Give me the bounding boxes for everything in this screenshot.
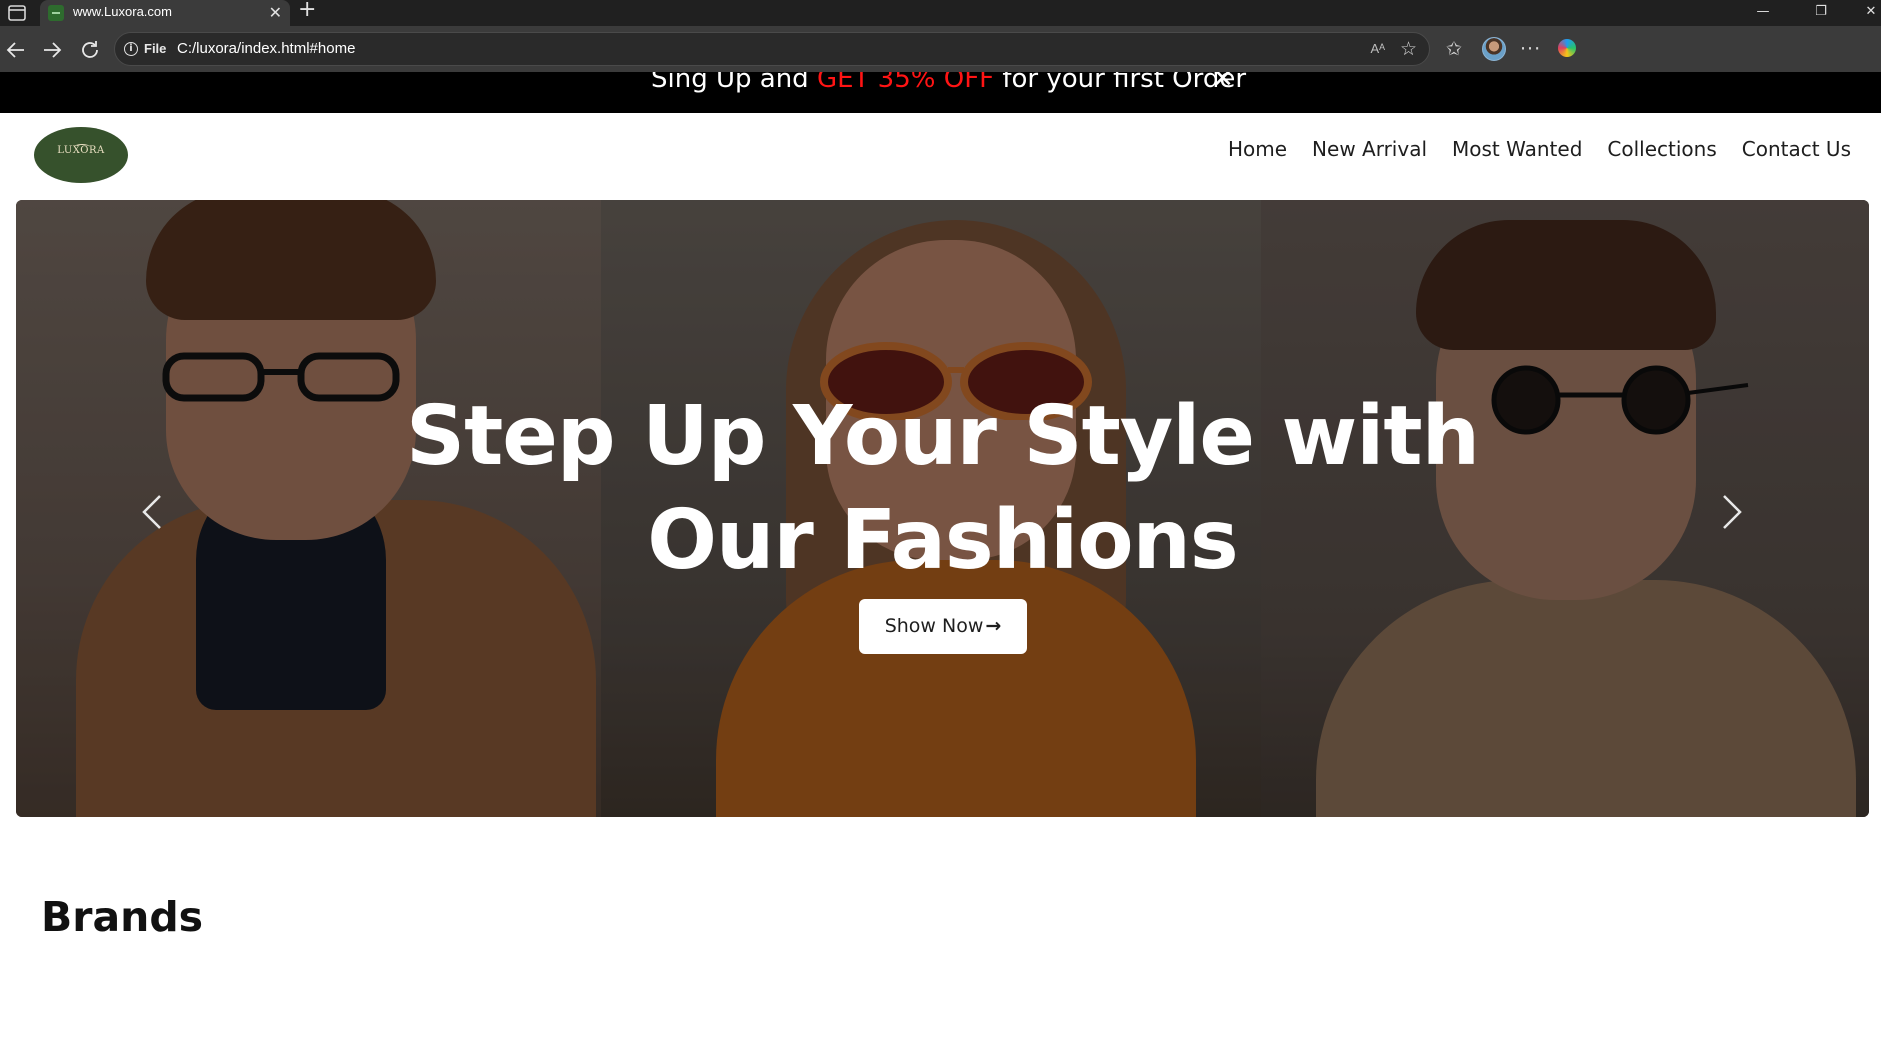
more-options-icon[interactable]: ··· [1520,39,1541,59]
logo-text: LUXORA [57,145,105,156]
site-header: LUXORA Home New Arrival Most Wanted Coll… [0,113,1881,201]
arrow-right-icon: → [985,615,1002,637]
promo-text-end: for your first Order [994,72,1247,94]
hero-carousel: Step Up Your Style with Our Fashions Sho… [16,200,1869,817]
browser-toolbar: i File C:/luxora/index.html#home Aᴬ ☆ ✩ … [0,26,1881,72]
hero-heading-line1: Step Up Your Style with [406,389,1480,484]
url-text[interactable]: C:/luxora/index.html#home [177,40,355,57]
promo-highlight: GET 35% OFF [816,72,995,94]
profile-avatar[interactable] [1482,37,1506,61]
promo-text-start: Sing Up and [651,72,817,94]
logo[interactable]: LUXORA [34,127,128,183]
promo-text: Sing Up and GET 35% OFF for your first O… [651,72,1246,94]
nav-contact-us[interactable]: Contact Us [1742,137,1851,161]
site-info-icon[interactable]: i [124,42,138,56]
carousel-next-chevron-icon[interactable] [1720,492,1744,532]
minimize-icon[interactable]: — [1740,0,1786,26]
carousel-prev-chevron-icon[interactable] [140,492,164,532]
show-now-label: Show Now [884,615,984,637]
restore-icon[interactable]: ❐ [1798,0,1844,26]
hero-heading-line2: Our Fashions [647,493,1238,588]
tab-title: www.Luxora.com [73,4,172,19]
scheme-label: File [144,41,167,56]
nav-home[interactable]: Home [1228,137,1287,161]
promo-close-icon[interactable]: ✕ [1212,72,1234,94]
show-now-button[interactable]: Show Now → [859,599,1027,654]
favicon-icon [48,5,64,21]
address-bar[interactable]: i File C:/luxora/index.html#home Aᴬ ☆ [114,32,1430,66]
forward-icon[interactable] [40,38,64,62]
brands-section-title: Brands [41,893,204,941]
tab-actions-icon[interactable] [6,3,28,23]
copilot-icon[interactable] [1558,39,1576,57]
read-aloud-icon[interactable]: Aᴬ [1370,41,1385,56]
back-icon[interactable] [4,38,28,62]
browser-tab-bar: www.Luxora.com ✕ + — ❐ ✕ [0,0,1881,26]
nav-new-arrival[interactable]: New Arrival [1312,137,1427,161]
promo-banner: Sing Up and GET 35% OFF for your first O… [0,72,1881,113]
close-tab-icon[interactable]: ✕ [269,3,282,22]
browser-tab-active[interactable]: www.Luxora.com ✕ [40,0,290,26]
page-viewport: Sing Up and GET 35% OFF for your first O… [0,72,1881,1061]
nav-collections[interactable]: Collections [1607,137,1716,161]
new-tab-icon[interactable]: + [298,0,316,22]
favorites-icon[interactable]: ✩ [1446,39,1462,59]
favorite-star-icon[interactable]: ☆ [1400,38,1417,60]
main-nav: Home New Arrival Most Wanted Collections… [1228,137,1851,161]
nav-most-wanted[interactable]: Most Wanted [1452,137,1582,161]
window-close-icon[interactable]: ✕ [1848,0,1881,26]
hero-heading: Step Up Your Style with Our Fashions [16,385,1869,593]
reload-icon[interactable] [78,38,102,62]
